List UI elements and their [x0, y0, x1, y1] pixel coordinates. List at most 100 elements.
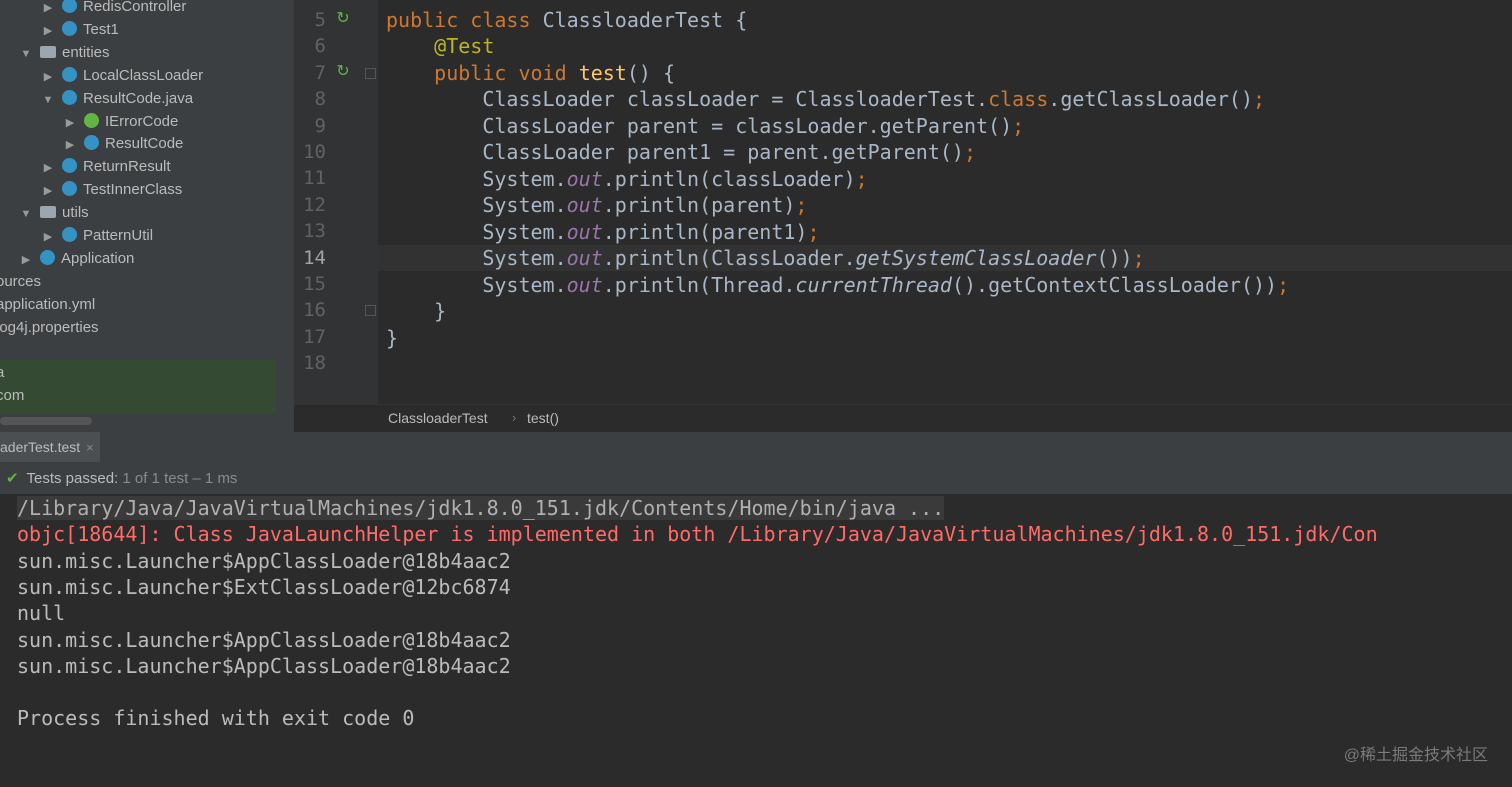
code-line-11[interactable]: System.out.println(classLoader); — [386, 166, 867, 192]
code-text: .println(ClassLoader. — [602, 246, 856, 270]
tree-item[interactable]: ▶ PatternUtil — [42, 224, 153, 247]
code-line-12[interactable]: System.out.println(parent); — [386, 192, 807, 218]
console-line: sun.misc.Launcher$ExtClassLoader@12bc687… — [17, 574, 511, 599]
tree-item[interactable]: ▶ Application — [20, 247, 134, 270]
semicolon: ; — [1277, 273, 1290, 297]
expand-right-icon[interactable]: ▶ — [42, 226, 54, 249]
tree-item[interactable]: ▶ ReturnResult — [42, 155, 171, 178]
keyword: public — [434, 61, 507, 85]
static-method: currentThread — [795, 273, 952, 297]
run-tab[interactable]: aderTest.test × — [0, 432, 100, 462]
expand-right-icon[interactable]: ▶ — [42, 20, 54, 43]
run-test-icon[interactable]: ↻ — [334, 10, 352, 28]
class-icon — [62, 20, 77, 36]
run-tab-label: aderTest.test — [0, 439, 81, 455]
tree-item[interactable]: ▼ utils — [20, 201, 89, 224]
code-line-16[interactable]: } — [386, 298, 446, 324]
breadcrumb-class[interactable]: ClassloaderTest — [388, 410, 488, 426]
code-editor[interactable]: public class ClassloaderTest { @Test pub… — [378, 0, 1512, 404]
expand-right-icon[interactable]: ▶ — [42, 180, 54, 203]
chevron-right-icon: › — [512, 410, 517, 425]
tree-item-label: ResultCode — [105, 135, 184, 153]
tree-item-label: LocalClassLoader — [83, 66, 204, 84]
console-line: null — [17, 601, 66, 626]
close-icon[interactable]: × — [86, 440, 94, 455]
tree-item-label: utils — [62, 204, 89, 222]
editor-gutter: 5 6 7 8 9 10 11 12 13 14 15 16 17 18 ↻ ↻ — [294, 0, 378, 404]
code-line-10[interactable]: ClassLoader parent1 = parent.getParent()… — [386, 139, 976, 165]
run-test-icon[interactable]: ↻ — [334, 63, 352, 81]
tree-item[interactable]: ▶ RedisController — [42, 0, 186, 18]
tree-item[interactable]: ▶ IErrorCode — [64, 110, 178, 133]
static-field: out — [566, 167, 603, 191]
static-field: out — [566, 220, 603, 244]
console-row: sun.misc.Launcher$AppClassLoader@18b4aac… — [17, 548, 511, 574]
status-count: 1 of 1 test — [122, 470, 189, 487]
project-scrollbar[interactable] — [0, 417, 92, 425]
keyword: public — [386, 8, 459, 32]
console-command-line: /Library/Java/JavaVirtualMachines/jdk1.8… — [17, 496, 945, 520]
tree-item[interactable]: a — [0, 361, 4, 384]
expand-right-icon[interactable]: ▶ — [64, 112, 76, 135]
expand-down-icon[interactable]: ▼ — [42, 89, 54, 112]
keyword: class — [988, 87, 1049, 111]
tree-item[interactable]: com — [0, 384, 24, 407]
code-line-5[interactable]: public class ClassloaderTest { — [386, 7, 747, 33]
console-row: /Library/Java/JavaVirtualMachines/jdk1.8… — [17, 495, 945, 521]
static-field: out — [566, 193, 603, 217]
semicolon: ; — [1012, 114, 1025, 138]
code-text: .println(parent1) — [602, 220, 808, 244]
code-text: System. — [482, 273, 567, 297]
tree-item-label: IErrorCode — [105, 112, 179, 130]
console-output[interactable]: /Library/Java/JavaVirtualMachines/jdk1.8… — [0, 494, 1512, 787]
line-number: 10 — [303, 141, 326, 163]
fold-icon[interactable] — [365, 305, 376, 317]
tree-item[interactable]: ▶ ResultCode — [64, 132, 183, 155]
static-field: out — [566, 273, 603, 297]
breadcrumb-method[interactable]: test() — [527, 410, 559, 426]
code-text: ClassLoader parent1 = parent.getParent() — [482, 140, 964, 164]
expand-right-icon[interactable]: ▶ — [42, 66, 54, 89]
code-text: System. — [482, 167, 567, 191]
tree-item[interactable]: ▶ LocalClassLoader — [42, 64, 203, 87]
semicolon: ; — [963, 140, 977, 164]
expand-right-icon[interactable]: ▶ — [64, 134, 76, 157]
enum-icon — [84, 135, 99, 151]
expand-down-icon[interactable]: ▼ — [20, 203, 32, 226]
tree-item[interactable]: ▶ TestInnerClass — [42, 178, 182, 201]
status-duration: – 1 ms — [192, 470, 238, 487]
code-line-15[interactable]: System.out.println(Thread.currentThread(… — [386, 272, 1289, 298]
console-line: sun.misc.Launcher$AppClassLoader@18b4aac… — [17, 548, 511, 573]
expand-right-icon[interactable]: ▶ — [20, 249, 32, 272]
console-row: null — [17, 600, 65, 626]
console-row: sun.misc.Launcher$AppClassLoader@18b4aac… — [17, 653, 511, 679]
tree-item-label: ources — [0, 272, 42, 290]
tree-item-label: Application — [61, 249, 135, 267]
tree-item[interactable]: ▶ Test1 — [42, 18, 119, 41]
selection-highlight — [0, 360, 276, 414]
code-line-7[interactable]: public void test() { — [386, 60, 675, 86]
tree-item-label: a — [0, 364, 5, 382]
code-line-9[interactable]: ClassLoader parent = classLoader.getPare… — [386, 113, 1024, 139]
code-text: } — [386, 326, 399, 350]
tree-item[interactable]: ▼ ResultCode.java — [42, 87, 193, 110]
tree-item[interactable]: ▼ entities — [20, 41, 110, 64]
folder-icon — [40, 206, 56, 219]
tree-item[interactable]: application.yml — [0, 293, 95, 316]
tree-item[interactable]: log4j.properties — [0, 316, 99, 339]
test-status-bar: ✔ Tests passed: 1 of 1 test – 1 ms — [0, 462, 1512, 494]
tree-item-label: RedisController — [83, 0, 187, 15]
code-line-14[interactable]: System.out.println(ClassLoader.getSystem… — [386, 245, 1144, 271]
console-row: objc[18644]: Class JavaLaunchHelper is i… — [17, 521, 1378, 547]
code-line-6[interactable]: @Test — [386, 33, 494, 59]
tree-item[interactable]: ources — [0, 270, 41, 293]
line-number: 11 — [303, 167, 326, 190]
code-line-13[interactable]: System.out.println(parent1); — [386, 219, 819, 245]
fold-icon[interactable] — [365, 67, 376, 79]
expand-down-icon[interactable]: ▼ — [20, 43, 32, 66]
code-line-17[interactable]: } — [386, 325, 398, 351]
code-line-8[interactable]: ClassLoader classLoader = ClassloaderTes… — [386, 86, 1265, 112]
class-icon — [62, 0, 77, 13]
code-text: } — [434, 299, 447, 323]
expand-right-icon[interactable]: ▶ — [42, 157, 54, 180]
